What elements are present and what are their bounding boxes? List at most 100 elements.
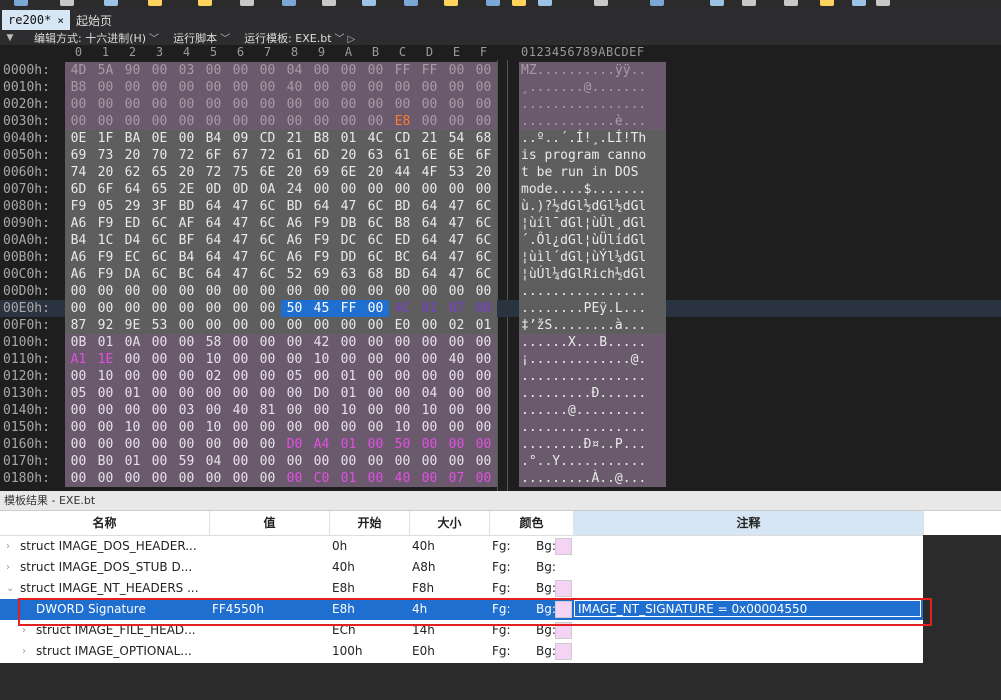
hex-byte[interactable]: DC xyxy=(335,232,362,249)
hex-byte[interactable]: 00 xyxy=(254,96,281,113)
template-row[interactable]: › struct IMAGE_OPTIONAL... 100h E0h Fg: Bg: xyxy=(0,641,923,662)
hex-byte[interactable]: 6C xyxy=(146,215,173,232)
hex-byte[interactable]: 00 xyxy=(443,368,470,385)
toolbar-button-icon[interactable] xyxy=(282,0,296,6)
hex-byte[interactable]: 65 xyxy=(146,181,173,198)
hex-byte[interactable]: 0D xyxy=(227,181,254,198)
hex-byte[interactable]: 21 xyxy=(416,130,443,147)
hex-byte[interactable]: FF xyxy=(416,62,443,79)
hex-byte[interactable]: 00 xyxy=(227,436,254,453)
hex-byte[interactable]: 00 xyxy=(92,436,119,453)
hex-byte[interactable]: 00 xyxy=(308,113,335,130)
hex-byte[interactable]: 00 xyxy=(281,385,308,402)
hex-byte[interactable]: 00 xyxy=(335,351,362,368)
hex-byte[interactable]: 50 xyxy=(281,300,308,317)
hex-byte[interactable]: 00 xyxy=(362,62,389,79)
hex-byte[interactable]: 00 xyxy=(443,334,470,351)
hex-byte[interactable]: 00 xyxy=(443,385,470,402)
toolbar-button-icon[interactable] xyxy=(538,0,552,6)
hex-byte[interactable]: 00 xyxy=(443,62,470,79)
hex-byte[interactable]: 00 xyxy=(146,436,173,453)
ascii-text[interactable]: ¸.......@....... xyxy=(519,79,666,96)
hex-byte[interactable]: A6 xyxy=(65,215,92,232)
hex-byte[interactable]: 00 xyxy=(65,283,92,300)
hex-byte[interactable]: 40 xyxy=(227,402,254,419)
hex-byte[interactable]: 00 xyxy=(335,96,362,113)
column-start[interactable]: 开始 xyxy=(330,511,410,535)
hex-byte[interactable]: 00 xyxy=(362,419,389,436)
hex-byte[interactable]: 00 xyxy=(227,283,254,300)
hex-byte[interactable]: BD xyxy=(173,198,200,215)
hex-byte[interactable]: 00 xyxy=(254,283,281,300)
hex-byte[interactable]: 01 xyxy=(416,300,443,317)
expand-right-icon[interactable]: › xyxy=(22,641,26,662)
hex-byte[interactable]: 00 xyxy=(308,62,335,79)
hex-byte[interactable]: 00 xyxy=(146,96,173,113)
hex-byte[interactable]: 59 xyxy=(173,453,200,470)
hex-byte[interactable]: 00 xyxy=(227,419,254,436)
hex-byte[interactable]: 6E xyxy=(443,147,470,164)
hex-byte[interactable]: 00 xyxy=(146,419,173,436)
ascii-text[interactable]: ù.)?½dGl½dGl½dGl xyxy=(519,198,666,215)
hex-byte[interactable]: 00 xyxy=(443,96,470,113)
hex-byte[interactable]: 6F xyxy=(92,181,119,198)
hex-byte[interactable]: 00 xyxy=(92,300,119,317)
hex-byte[interactable]: 01 xyxy=(335,436,362,453)
hex-byte[interactable]: 0E xyxy=(65,130,92,147)
hex-byte[interactable]: 00 xyxy=(119,113,146,130)
ascii-text[interactable]: t be run in DOS xyxy=(519,164,666,181)
hex-byte[interactable]: 00 xyxy=(254,385,281,402)
hex-byte[interactable]: A6 xyxy=(281,215,308,232)
hex-byte[interactable]: 00 xyxy=(389,453,416,470)
hex-byte[interactable]: 01 xyxy=(119,385,146,402)
toolbar-button-icon[interactable] xyxy=(148,0,162,6)
hex-byte[interactable]: 00 xyxy=(200,283,227,300)
hex-byte[interactable]: 00 xyxy=(281,317,308,334)
ascii-text[interactable]: ........PEÿ.L... xyxy=(519,300,666,317)
hex-byte[interactable]: 00 xyxy=(416,351,443,368)
toolbar-button-icon[interactable] xyxy=(362,0,376,6)
hex-byte[interactable]: 65 xyxy=(146,164,173,181)
hex-byte[interactable]: 00 xyxy=(416,470,443,487)
hex-byte[interactable]: 09 xyxy=(227,130,254,147)
hex-byte[interactable]: 00 xyxy=(281,113,308,130)
column-size[interactable]: 大小 xyxy=(410,511,490,535)
toolbar-button-icon[interactable] xyxy=(322,0,336,6)
hex-byte[interactable]: 20 xyxy=(173,164,200,181)
hex-byte[interactable]: 1F xyxy=(92,130,119,147)
hex-byte[interactable]: 6E xyxy=(335,164,362,181)
hex-row[interactable]: 0140h: 00 00 00 00 03 00 40 81 00 00 10 00 00 10 00 00..… xyxy=(0,402,1001,419)
expand-right-icon[interactable]: › xyxy=(6,557,10,578)
hex-byte[interactable]: 00 xyxy=(389,283,416,300)
hex-byte[interactable]: 00 xyxy=(146,385,173,402)
hex-byte[interactable]: 00 xyxy=(308,419,335,436)
ascii-text[interactable]: ................ xyxy=(519,419,666,436)
hex-byte[interactable]: 00 xyxy=(416,283,443,300)
toolbar-button-icon[interactable] xyxy=(14,0,28,6)
hex-byte[interactable]: 00 xyxy=(254,113,281,130)
hex-byte[interactable]: 00 xyxy=(470,300,497,317)
hex-byte[interactable]: 00 xyxy=(146,300,173,317)
hex-row[interactable]: 0020h: 00 00 00 00 00 00 00 00 00 00 00 00 00 00 00 00..… xyxy=(0,96,1001,113)
hex-byte[interactable]: 6C xyxy=(146,249,173,266)
hex-byte[interactable]: 00 xyxy=(227,470,254,487)
hex-byte[interactable]: 01 xyxy=(119,453,146,470)
ascii-text[interactable]: ......@......... xyxy=(519,402,666,419)
hex-byte[interactable]: 2E xyxy=(173,181,200,198)
hex-byte[interactable]: 00 xyxy=(362,453,389,470)
hex-byte[interactable]: 00 xyxy=(200,317,227,334)
hex-byte[interactable]: 00 xyxy=(335,334,362,351)
hex-byte[interactable]: 61 xyxy=(389,147,416,164)
hex-byte[interactable]: 00 xyxy=(470,402,497,419)
hex-byte[interactable]: F9 xyxy=(92,215,119,232)
toolbar-button-icon[interactable] xyxy=(60,0,74,6)
hex-byte[interactable]: 40 xyxy=(281,79,308,96)
column-color[interactable]: 颜色 xyxy=(490,511,574,535)
hex-byte[interactable]: 00 xyxy=(146,62,173,79)
hex-byte[interactable]: 00 xyxy=(308,79,335,96)
hex-byte[interactable]: ED xyxy=(389,232,416,249)
ascii-text[interactable]: ................ xyxy=(519,96,666,113)
hex-byte[interactable]: 00 xyxy=(443,113,470,130)
hex-byte[interactable]: BC xyxy=(173,266,200,283)
hex-byte[interactable]: 05 xyxy=(281,368,308,385)
